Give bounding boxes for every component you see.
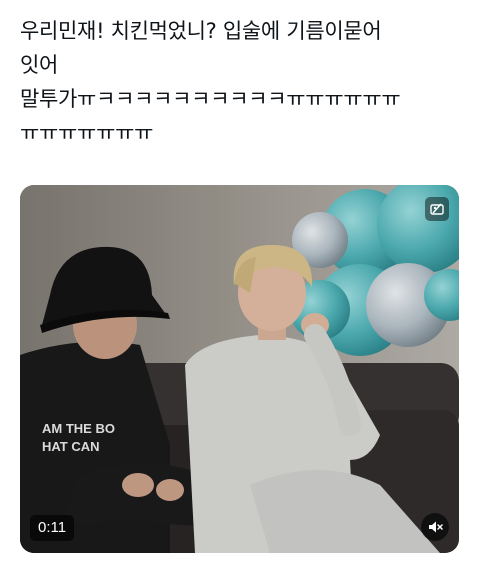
video-player[interactable]: AM THE BO HAT CAN 0:11 <box>20 185 459 553</box>
tweet-text-line-3: 말투가ㅠㅋㅋㅋㅋㅋㅋㅋㅋㅋㅋㅠㅠㅠㅠㅠㅠ <box>20 87 401 111</box>
video-duration: 0:11 <box>30 515 75 541</box>
media-settings-icon[interactable] <box>425 197 449 221</box>
tweet-text-line-4: ㅠㅠㅠㅠㅠㅠㅠ <box>20 121 154 145</box>
tweet-text: 우리민재! 치킨먹었니? 입술에 기름이묻어 잇어 말투가ㅠㅋㅋㅋㅋㅋㅋㅋㅋㅋㅋ… <box>20 14 470 150</box>
mute-button[interactable] <box>421 513 449 541</box>
tweet-text-line-2: 잇어 <box>20 53 59 77</box>
video-frame: AM THE BO HAT CAN <box>20 185 459 553</box>
speaker-muted-icon <box>429 521 443 533</box>
tweet-text-line-1: 우리민재! 치킨먹었니? 입술에 기름이묻어 <box>20 19 382 43</box>
